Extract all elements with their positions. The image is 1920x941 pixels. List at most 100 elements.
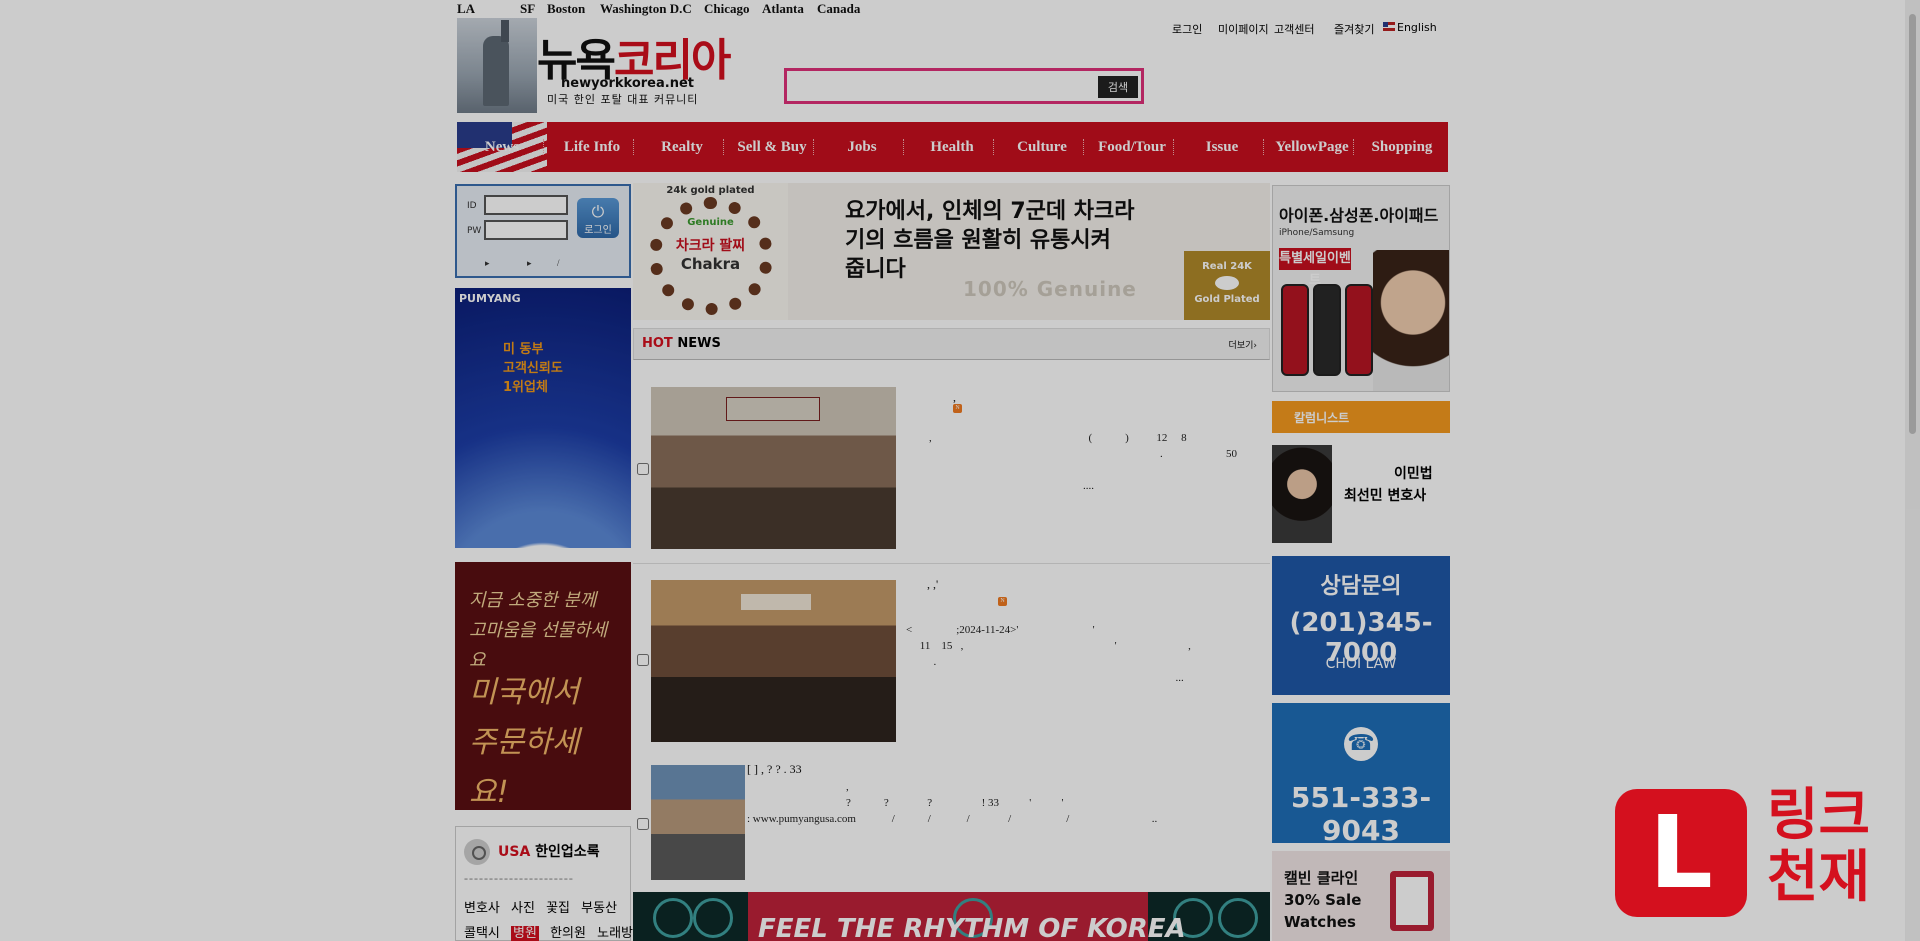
- directory-link[interactable]: 부동산: [581, 901, 617, 916]
- nav-culture[interactable]: Culture: [997, 122, 1087, 172]
- phone-image: [1281, 284, 1309, 376]
- columnist-name: 최선민 변호사: [1344, 488, 1427, 504]
- news-photo[interactable]: [651, 765, 745, 880]
- nav-yellowpage[interactable]: YellowPage: [1267, 122, 1357, 172]
- watch-image: [1390, 871, 1434, 931]
- nav-separator: [1263, 139, 1264, 155]
- id-label: ID: [467, 201, 477, 211]
- news-title[interactable]: ,: [953, 390, 956, 405]
- chakra-en-label: Chakra: [680, 255, 741, 273]
- phone-image: [1313, 284, 1341, 376]
- gold-plated-label: 24k gold plated: [666, 185, 755, 196]
- search-button[interactable]: 검색: [1098, 76, 1138, 98]
- news-photo[interactable]: [651, 387, 896, 549]
- nav-separator: [1353, 139, 1354, 155]
- phone-number: 551-333-9043: [1290, 781, 1432, 847]
- news-checkbox[interactable]: [637, 463, 649, 475]
- more-link[interactable]: 더보기›: [1229, 338, 1257, 351]
- directory-link-hospital[interactable]: 병원: [511, 926, 539, 941]
- site-logo[interactable]: 뉴욕코리아 newyorkkorea.net 미국 한인 포탈 대표 커뮤니티: [457, 18, 757, 113]
- phone-sale-ad[interactable]: 아이폰.삼성폰.아이패드 iPhone/Samsung 특별세일이벤트: [1272, 185, 1450, 392]
- decoration-circle: [653, 898, 693, 938]
- news-photo[interactable]: [651, 580, 896, 742]
- korea-rhythm-ad[interactable]: FEEL THE RHYTHM OF KOREA: [633, 892, 1270, 941]
- phone-number-ad[interactable]: ☎ 551-333-9043: [1272, 703, 1450, 847]
- decoration-circle: [1218, 898, 1258, 938]
- telephone-icon: ☎: [1344, 727, 1378, 761]
- english-link[interactable]: English: [1383, 21, 1437, 34]
- directory-link[interactable]: 노래방: [597, 926, 633, 941]
- id-input[interactable]: [484, 195, 568, 215]
- nav-separator: [633, 139, 634, 155]
- chakra-kr-label: 차크라 팔찌: [675, 238, 746, 254]
- pumyang-ad[interactable]: PUMYANG 미 동부 고객신뢰도 1위업체: [455, 288, 631, 548]
- news-checkbox[interactable]: [637, 818, 649, 830]
- nav-life-info[interactable]: Life Info: [547, 122, 637, 172]
- link-genius-watermark: L 링크 천재: [1615, 785, 1915, 920]
- calvin-ad-text: 캘빈 클라인 30% Sale Watches: [1284, 869, 1362, 931]
- nav-jobs[interactable]: Jobs: [817, 122, 907, 172]
- columnist-card[interactable]: 이민법 최선민 변호사: [1272, 445, 1450, 543]
- nav-separator: [1173, 139, 1174, 155]
- hot-news-title: HOT NEWS: [642, 336, 721, 351]
- logo-url: newyorkkorea.net: [561, 76, 694, 91]
- login-button[interactable]: ⏻ 로그인: [577, 198, 619, 238]
- directory-link[interactable]: 꽃집: [546, 901, 570, 916]
- statue-of-liberty-image: [457, 18, 537, 113]
- find-pw-link[interactable]: /: [557, 258, 560, 268]
- news-item: , N , ( ) 12 8 . 50 ....: [633, 370, 1309, 560]
- news-excerpt: , ? ? ? ! 33 ' ' : www.pumyangusa.com / …: [747, 781, 1158, 825]
- nav-separator: [1083, 139, 1084, 155]
- directory-link[interactable]: 변호사: [464, 901, 500, 916]
- choi-law-ad[interactable]: 상담문의 (201)345-7000 CHOI LAW: [1272, 556, 1450, 695]
- nav-shopping[interactable]: Shopping: [1357, 122, 1447, 172]
- directory-link[interactable]: 한의원: [550, 926, 586, 941]
- city-link[interactable]: Washington D.C: [600, 1, 692, 17]
- city-link[interactable]: Boston: [547, 1, 585, 17]
- news-item: , ,' N < ;2024-11-24>' ' 11 15 , ' , . .…: [633, 565, 1270, 755]
- gift-ad[interactable]: 지금 소중한 분께 고마움을 선물하세요 미국에서 주문하세요!: [455, 562, 631, 810]
- news-item: [ ] , ? ? . 33 , ? ? ? ! 33 ' ': www.pu…: [633, 755, 1270, 885]
- phone-ad-sale-badge: 특별세일이벤트: [1279, 248, 1351, 288]
- logo-tagline: 미국 한인 포탈 대표 커뮤니티: [547, 93, 699, 106]
- news-title[interactable]: [ ] , ? ? . 33: [747, 762, 802, 777]
- directory-row: 변호사 사진 꽃집 부동산: [464, 897, 624, 916]
- news-excerpt: < ;2024-11-24>' ' 11 15 , ' , . ...: [906, 624, 1191, 684]
- pw-input[interactable]: [484, 220, 568, 240]
- city-link[interactable]: Atlanta: [762, 1, 804, 17]
- directory-link[interactable]: 콜택시: [464, 926, 500, 941]
- mypage-link[interactable]: 미이페이지: [1218, 21, 1269, 37]
- calvin-klein-ad[interactable]: 캘빈 클라인 30% Sale Watches: [1272, 851, 1450, 941]
- us-flag-icon: [1383, 22, 1395, 31]
- nav-realty[interactable]: Realty: [637, 122, 727, 172]
- genuine-watermark: 100% Genuine: [963, 277, 1137, 301]
- signup-link[interactable]: ▸: [485, 258, 490, 269]
- city-link[interactable]: LA: [457, 1, 475, 17]
- news-excerpt: , ( ) 12 8 . 50 ....: [929, 432, 1309, 492]
- nav-issue[interactable]: Issue: [1177, 122, 1267, 172]
- city-link[interactable]: SF: [520, 1, 535, 17]
- nav-food-tour[interactable]: Food/Tour: [1087, 122, 1177, 172]
- support-link[interactable]: 고객센터: [1274, 21, 1314, 37]
- crown-icon: [1215, 276, 1239, 290]
- nav-news[interactable]: News: [457, 122, 547, 172]
- find-id-link[interactable]: ▸: [527, 258, 532, 269]
- columnist-photo: [1272, 445, 1332, 543]
- nav-separator: [723, 139, 724, 155]
- city-link[interactable]: Canada: [817, 1, 860, 17]
- login-link[interactable]: 로그인: [1172, 21, 1202, 37]
- directory-link[interactable]: 사진: [511, 901, 535, 916]
- search-input[interactable]: [791, 75, 1096, 97]
- pumyang-text: 미 동부 고객신뢰도 1위업체: [503, 342, 563, 395]
- favorites-link[interactable]: 즐겨찾기: [1334, 21, 1374, 37]
- news-checkbox[interactable]: [637, 654, 649, 666]
- chakra-bracelet-ad[interactable]: 24k gold plated Genuine 차크라 팔찌 Chakra 요가…: [633, 183, 1270, 320]
- nav-sell-buy[interactable]: Sell & Buy: [727, 122, 817, 172]
- directory-title: USA 한인업소록: [498, 844, 600, 860]
- city-link[interactable]: Chicago: [704, 1, 750, 17]
- nav-health[interactable]: Health: [907, 122, 997, 172]
- directory-row: 콜택시 병원 한의원 노래방: [464, 922, 640, 941]
- gold-badge: Real 24K Gold Plated: [1184, 251, 1270, 320]
- scrollbar-thumb[interactable]: [1909, 14, 1916, 434]
- news-title[interactable]: , ,': [927, 577, 938, 592]
